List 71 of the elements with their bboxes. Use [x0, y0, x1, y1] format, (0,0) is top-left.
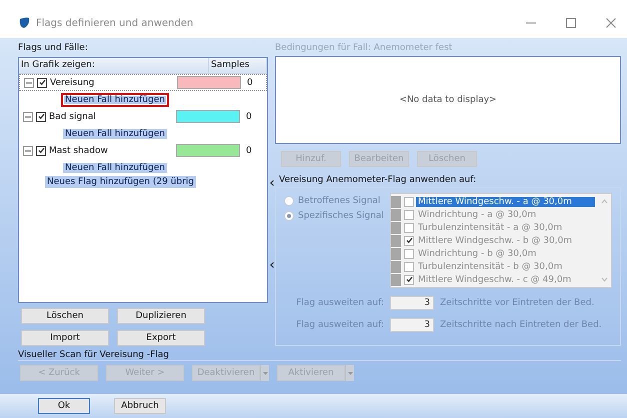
- signal-item[interactable]: Windrichtung - b @ 30,0m: [416, 248, 538, 258]
- steps-field[interactable]: 3: [390, 318, 434, 332]
- checkbox[interactable]: [36, 146, 46, 156]
- signal-swatch: [391, 208, 401, 220]
- signal-swatch: [391, 248, 401, 260]
- signal-swatch: [391, 234, 401, 246]
- maximize-icon[interactable]: [565, 17, 577, 29]
- extend-suffix: Zeitschritte nach Eintreten der Bed.: [440, 320, 602, 330]
- empty-message: <No data to display>: [399, 95, 497, 105]
- flag-name[interactable]: Vereisung: [47, 78, 177, 88]
- checkbox[interactable]: [37, 78, 47, 88]
- flag-name[interactable]: Bad signal: [46, 112, 176, 122]
- signal-item[interactable]: Mittlere Windgeschw. - c @ 49,0m: [416, 274, 574, 284]
- samples-count: 0: [246, 112, 252, 122]
- signal-swatch: [391, 260, 401, 272]
- add-case-item[interactable]: Neuen Fall hinzufügen: [61, 92, 169, 106]
- flag-name[interactable]: Mast shadow: [46, 146, 176, 156]
- signal-swatch: [391, 196, 401, 208]
- action-button[interactable]: Import: [21, 330, 109, 346]
- radio-label[interactable]: Spezifisches Signal: [298, 211, 384, 221]
- signal-item[interactable]: Windrichtung - a @ 30,0m: [416, 210, 538, 220]
- signal-item[interactable]: Turbulenzintensität - a @ 30,0m: [416, 222, 564, 232]
- column-header: In Grafik zeigen:: [19, 58, 209, 73]
- signal-item[interactable]: Mittlere Windgeschw. - a @ 30,0m: [416, 196, 595, 206]
- add-case-item[interactable]: Neuen Fall hinzufügen: [61, 126, 169, 140]
- radio-button[interactable]: [284, 196, 294, 206]
- checkbox[interactable]: [404, 196, 414, 206]
- color-swatch[interactable]: [176, 144, 240, 157]
- action-button[interactable]: Duplizieren: [117, 308, 205, 324]
- signal-item[interactable]: Mittlere Windgeschw. - b @ 30,0m: [416, 236, 574, 246]
- extend-label: Flag ausweiten auf:: [295, 320, 385, 330]
- scroll-down-icon[interactable]: [601, 277, 608, 282]
- checkbox[interactable]: [404, 262, 414, 272]
- action-button[interactable]: Löschen: [21, 308, 109, 324]
- dialog-button[interactable]: Abbruch: [114, 398, 166, 414]
- samples-count: 0: [247, 78, 253, 88]
- checkbox[interactable]: [404, 236, 414, 246]
- close-icon[interactable]: [605, 17, 617, 29]
- collapse-icon[interactable]: [23, 112, 33, 122]
- column-header: Samples: [209, 58, 267, 73]
- radio-label[interactable]: Betroffenes Signal: [298, 196, 380, 206]
- app-logo-icon: [18, 17, 30, 29]
- checkbox[interactable]: [404, 248, 414, 258]
- checkbox[interactable]: [36, 112, 46, 122]
- signal-swatch: [391, 222, 401, 234]
- color-swatch[interactable]: [176, 110, 240, 123]
- add-flag-item[interactable]: Neues Flag hinzufügen (29 übrig: [45, 176, 196, 188]
- collapse-icon[interactable]: [24, 78, 34, 88]
- extend-suffix: Zeitschritte vor Eintreten der Bed.: [440, 298, 594, 308]
- color-swatch[interactable]: [177, 76, 241, 89]
- action-button[interactable]: Export: [117, 330, 205, 346]
- checkbox[interactable]: [404, 274, 414, 284]
- samples-count: 0: [246, 146, 252, 156]
- checkbox[interactable]: [404, 222, 414, 232]
- signal-swatch: [391, 274, 401, 286]
- dialog-button[interactable]: Ok: [38, 398, 90, 414]
- dropdown-caret-icon[interactable]: [260, 365, 269, 381]
- radio-button[interactable]: [284, 211, 294, 221]
- checkbox[interactable]: [404, 210, 414, 220]
- steps-field[interactable]: 3: [390, 296, 434, 310]
- conditions-title: Bedingungen für Fall: Anemometer fest: [275, 42, 454, 54]
- section-heading: Flags und Fälle:: [18, 42, 89, 54]
- add-case-item[interactable]: Neuen Fall hinzufügen: [61, 160, 169, 174]
- collapse-icon[interactable]: [23, 146, 33, 156]
- dropdown-caret-icon[interactable]: [345, 365, 354, 381]
- window-title: Flags definieren und anwenden: [36, 18, 194, 28]
- scroll-up-icon[interactable]: [601, 199, 608, 204]
- signal-item[interactable]: Turbulenzintensität - b @ 30,0m: [416, 262, 564, 272]
- extend-label: Flag ausweiten auf:: [295, 298, 385, 308]
- scan-title: Visueller Scan für Vereisung -Flag: [18, 350, 170, 360]
- apply-title: Vereisung Anemometer-Flag anwenden auf:: [279, 175, 478, 185]
